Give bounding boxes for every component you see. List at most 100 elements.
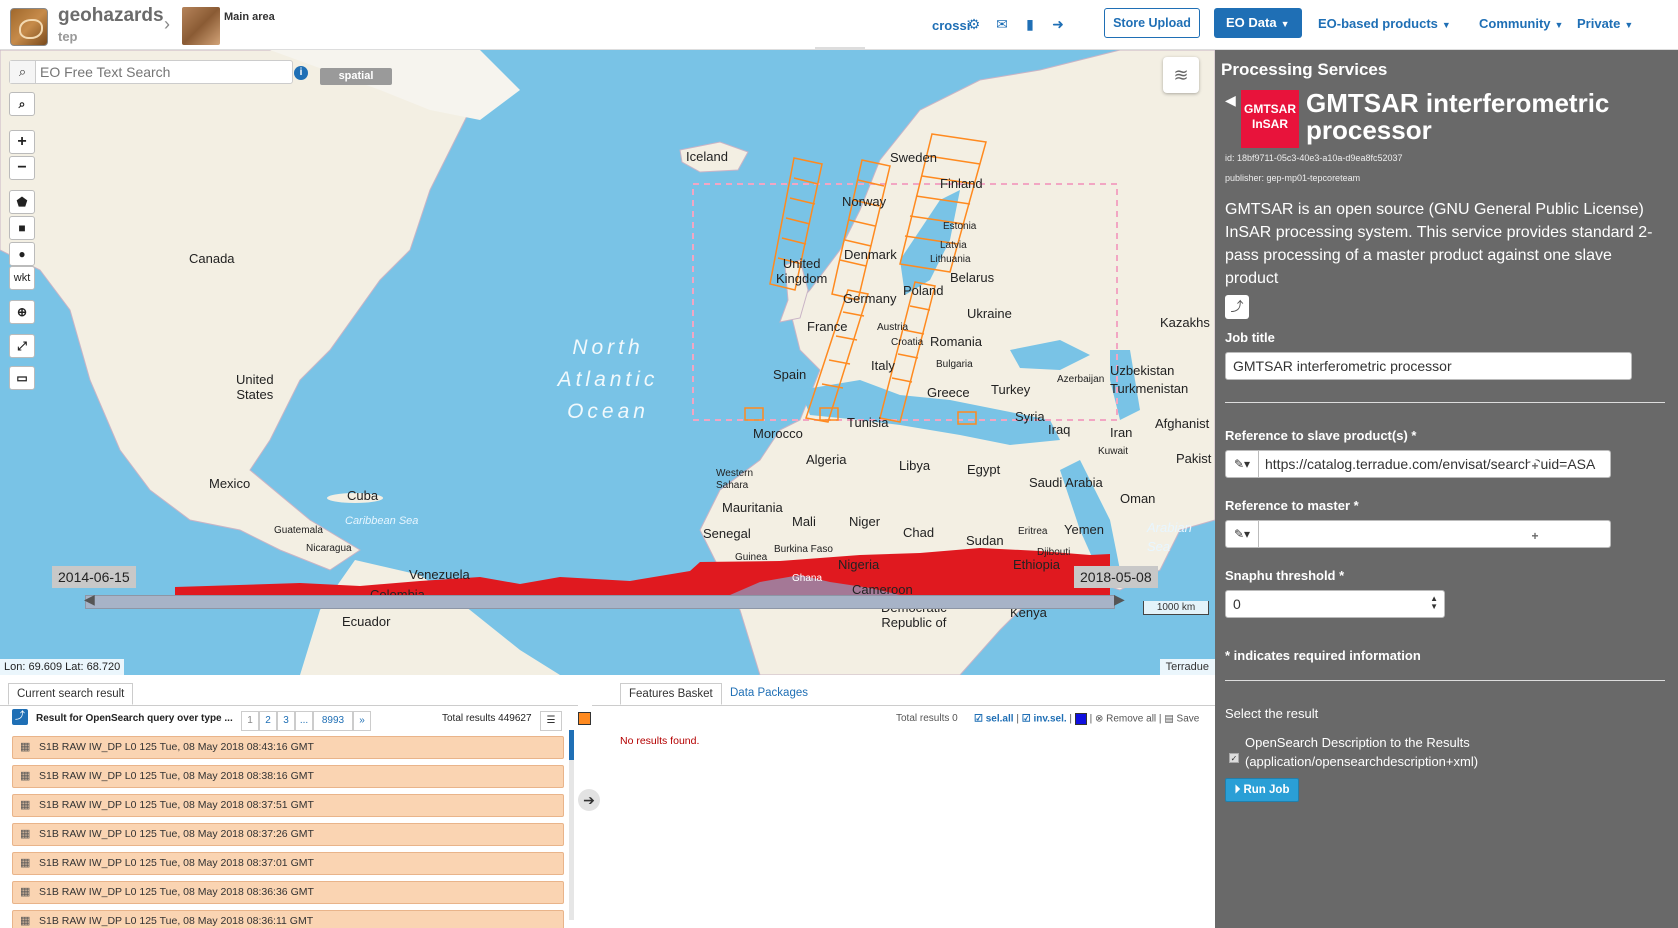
save-button[interactable]: ▤ Save [1164, 714, 1199, 725]
timeline-range-slider[interactable] [85, 595, 1115, 609]
page-ellipsis[interactable]: ... [295, 711, 313, 731]
map-label-iran: Iran [1110, 425, 1133, 440]
polygon-icon[interactable]: ⬟ [9, 190, 35, 214]
gear-icon[interactable]: ⚙ [966, 16, 982, 33]
ruler-icon[interactable]: ▭ [9, 366, 35, 390]
arrow-right-icon[interactable]: ➔ [578, 789, 600, 811]
sign-out-icon[interactable]: ➜ [1050, 16, 1066, 33]
info-icon[interactable]: i [294, 66, 308, 80]
remove-all-button[interactable]: ⊗ Remove all [1095, 714, 1156, 725]
share-icon[interactable]: ⤴ [12, 709, 28, 725]
map-attribution[interactable]: Terradue [1159, 659, 1215, 675]
result-row[interactable]: ▦ S1B RAW IW_DP L0 125 Tue, 08 May 2018 0… [12, 823, 564, 846]
track-spain-frame[interactable] [744, 407, 764, 421]
map-label-estonia: Estonia [943, 221, 977, 232]
map-label-greece: Greece [927, 385, 970, 400]
map-label-iraq: Iraq [1048, 422, 1071, 437]
share-icon[interactable]: ⤴ [1225, 295, 1249, 319]
map-view[interactable]: North Atlantic Ocean Caribbean Sea Arabian… [0, 50, 1215, 675]
add-circle-icon[interactable]: + [1529, 530, 1541, 542]
fullscreen-icon[interactable]: ⤢ [9, 334, 35, 358]
area-label[interactable]: Main area [224, 11, 275, 23]
page-2[interactable]: 2 [259, 711, 277, 731]
tab-current-search-result[interactable]: Current search result [8, 683, 134, 705]
result-option-label: OpenSearch Description to the Results (a… [1245, 735, 1479, 769]
globe-icon[interactable]: ⊕ [9, 300, 35, 324]
square-icon[interactable]: ■ [9, 216, 35, 240]
list-view-icon[interactable]: ☰ [540, 711, 562, 731]
timeline-end-date[interactable]: 2018-05-08 [1074, 566, 1158, 588]
map-label-germany: Germany [843, 291, 897, 306]
map-label-guinea: Guinea [735, 552, 768, 563]
back-arrow-icon[interactable]: ◀ [1225, 92, 1236, 109]
nav-community[interactable]: Community ▼ [1479, 16, 1563, 31]
timeline-handle-right-icon[interactable]: ▶ [1114, 591, 1125, 608]
snaphu-value: 0 [1233, 596, 1241, 612]
slave-reference-input[interactable]: https://catalog.terradue.com/envisat/sea… [1259, 450, 1611, 478]
map-label-niger: Niger [849, 514, 881, 529]
result-title: S1B RAW IW_DP L0 125 Tue, 08 May 2018 08… [39, 886, 314, 898]
product-icon: ▦ [20, 915, 31, 927]
no-results-message: No results found. [620, 735, 700, 747]
page-1[interactable]: 1 [241, 711, 259, 731]
magic-wand-dropdown[interactable]: ✎▾ [1225, 450, 1259, 478]
eo-search-input[interactable] [40, 63, 288, 81]
zoom-in-button[interactable]: + [9, 130, 35, 154]
master-reference-input[interactable] [1259, 520, 1611, 548]
map-label-afghanistan: Afghanist [1155, 416, 1210, 431]
wkt-button[interactable]: wkt [9, 266, 35, 290]
product-icon: ▦ [20, 857, 31, 869]
number-stepper-icon[interactable]: ▲ ▼ [1430, 595, 1438, 611]
select-all-button[interactable]: ☑ sel.all [974, 714, 1014, 725]
envelope-icon[interactable]: ✉ [994, 16, 1010, 33]
page-last[interactable]: 8993 [313, 711, 353, 731]
invert-selection-button[interactable]: ☑ inv.sel. [1022, 714, 1067, 725]
tab-features-basket[interactable]: Features Basket [620, 683, 722, 705]
add-circle-icon[interactable]: + [1529, 460, 1541, 472]
zoom-search-icon[interactable]: ⌕ [9, 92, 35, 116]
product-icon: ▦ [20, 770, 31, 782]
page-3[interactable]: 3 [277, 711, 295, 731]
map-pin-icon[interactable]: ● [9, 242, 35, 266]
spatial-button[interactable]: spatial [320, 68, 392, 85]
result-row[interactable]: ▦ S1B RAW IW_DP L0 125 Tue, 08 May 2018 0… [12, 852, 564, 875]
snaphu-threshold-input[interactable]: 0 ▲ ▼ [1225, 590, 1445, 618]
result-color-swatch[interactable] [578, 712, 591, 725]
result-row[interactable]: ▦ S1B RAW IW_DP L0 125 Tue, 08 May 2018 0… [12, 794, 564, 817]
results-scrollbar[interactable] [569, 730, 574, 920]
result-checkbox[interactable]: ✓ [1229, 753, 1239, 763]
geohazards-logo[interactable] [10, 8, 48, 46]
scrollbar-thumb[interactable] [569, 730, 574, 760]
app-root: geohazards tep › Main area crossi ⚙ ✉ ▮ … [0, 0, 1678, 928]
user-menu[interactable]: crossi [932, 18, 970, 33]
area-thumbnail[interactable] [182, 7, 220, 45]
map-label-finland: Finland [940, 176, 983, 191]
book-icon[interactable]: ▮ [1022, 16, 1038, 33]
nav-eo-based-products[interactable]: EO-based products ▼ [1318, 16, 1451, 31]
timeline-handle-left-icon[interactable]: ◀ [84, 591, 95, 608]
result-row[interactable]: ▦ S1B RAW IW_DP L0 125 Tue, 08 May 2018 0… [12, 736, 564, 759]
basket-color-swatch[interactable] [1074, 713, 1087, 725]
map-label-ecuador: Ecuador [342, 614, 391, 629]
brand-name[interactable]: geohazards [58, 5, 164, 27]
store-upload-button[interactable]: Store Upload [1104, 8, 1200, 38]
tab-data-packages[interactable]: Data Packages [722, 683, 816, 705]
map-label-kazakhstan: Kazakhs [1160, 315, 1210, 330]
job-title-input[interactable]: GMTSAR interferometric processor [1225, 352, 1632, 380]
timeline-start-date[interactable]: 2014-06-15 [52, 566, 136, 588]
page-next[interactable]: » [353, 711, 371, 731]
result-row[interactable]: ▦ S1B RAW IW_DP L0 125 Tue, 08 May 2018 0… [12, 910, 564, 928]
eo-data-menu[interactable]: EO Data ▼ [1214, 8, 1302, 38]
map-label-united-states: United States [236, 372, 274, 402]
result-row[interactable]: ▦ S1B RAW IW_DP L0 125 Tue, 08 May 2018 0… [12, 765, 564, 788]
result-row[interactable]: ▦ S1B RAW IW_DP L0 125 Tue, 08 May 2018 0… [12, 881, 564, 904]
search-icon[interactable]: ⌕ [10, 61, 36, 83]
total-label: Total results [442, 713, 496, 724]
run-job-button[interactable]: ⏵ Run Job [1225, 778, 1299, 802]
magic-wand-dropdown[interactable]: ✎▾ [1225, 520, 1259, 548]
zoom-out-button[interactable]: − [9, 156, 35, 180]
map-label-oman: Oman [1120, 491, 1156, 506]
layers-icon[interactable]: ≋ [1163, 57, 1199, 93]
nav-private[interactable]: Private ▼ [1577, 16, 1633, 31]
map-label-romania: Romania [930, 334, 983, 349]
